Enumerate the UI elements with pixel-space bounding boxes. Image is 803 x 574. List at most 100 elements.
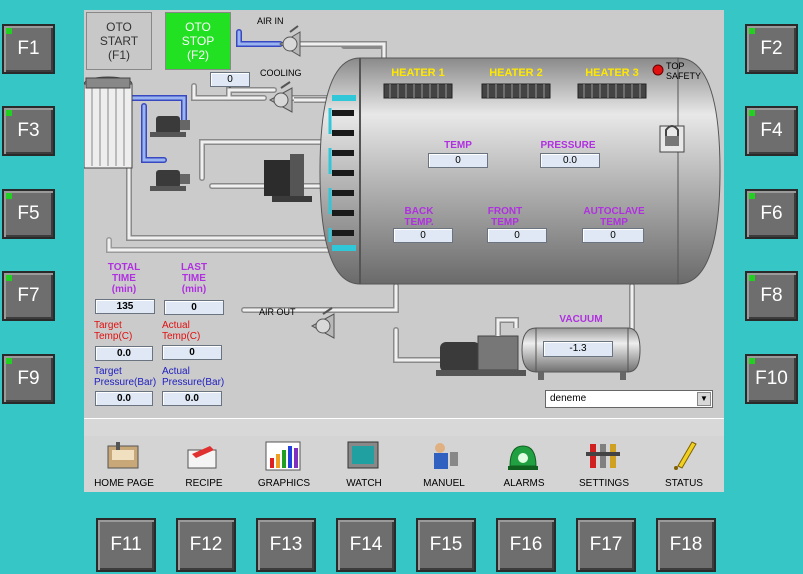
top-safety-line2: SAFETY (666, 71, 702, 81)
air-in-valve (279, 25, 301, 57)
manual-icon (434, 443, 458, 469)
f6-key[interactable]: F6 (745, 189, 798, 239)
f1-led (6, 28, 12, 34)
nav-home-page-label: HOME PAGE (94, 478, 154, 489)
f17-key[interactable]: F17 (576, 518, 636, 572)
f5-label: F5 (17, 203, 40, 224)
last-time-label: LAST TIME (min) (166, 262, 222, 295)
nav-manuel-label: MANUEL (423, 478, 465, 489)
top-safety-label: TOP SAFETY (666, 61, 701, 81)
nav-graphics[interactable]: GRAPHICS (244, 436, 324, 492)
heater-2-label: HEATER 2 (489, 67, 543, 79)
target-temp-label: Target Temp(C) (94, 320, 132, 342)
f7-key[interactable]: F7 (2, 271, 55, 321)
f8-led (749, 275, 755, 281)
f10-key[interactable]: F10 (745, 354, 798, 404)
chevron-down-icon[interactable]: ▼ (697, 392, 711, 406)
heater-3-graphic (577, 83, 647, 99)
back-temp-line1: BACK (404, 206, 434, 217)
f9-key[interactable]: F9 (2, 354, 55, 404)
f15-key[interactable]: F15 (416, 518, 476, 572)
status-strip (84, 418, 724, 437)
settings-icon (586, 444, 620, 468)
hmi-screen: OTO START (F1) OTO STOP (F2) AIR IN COOL… (84, 10, 724, 492)
pressure-value: 0.0 (540, 153, 600, 168)
total-time-line2: TIME (112, 273, 136, 284)
f6-label: F6 (760, 203, 783, 224)
f1-label: F1 (17, 38, 40, 59)
front-temp-line2: TEMP (491, 217, 519, 228)
nav-settings-label: SETTINGS (578, 478, 629, 489)
f13-key[interactable]: F13 (256, 518, 316, 572)
f12-label: F12 (189, 534, 223, 555)
autoclave-temp-value: 0 (582, 228, 644, 243)
f7-label: F7 (17, 285, 40, 306)
f14-key[interactable]: F14 (336, 518, 396, 572)
front-temp-label: FRONT TEMP (480, 206, 530, 228)
cooling-valve (268, 81, 293, 113)
pressure-label: PRESSURE (540, 140, 596, 151)
recipe-icon (187, 446, 217, 469)
autoclave-temp-line1: AUTOCLAVE (583, 206, 645, 217)
f2-label: F2 (760, 38, 783, 59)
f3-label: F3 (17, 120, 40, 141)
last-time-line2: TIME (182, 273, 206, 284)
graphics-icon (265, 441, 301, 471)
actual-pressure-label: Actual Pressure(Bar) (162, 366, 224, 388)
temp-label: TEMP (444, 140, 472, 151)
f1-key[interactable]: F1 (2, 24, 55, 74)
front-temp-value: 0 (487, 228, 547, 243)
nav-status-label: STATUS (665, 478, 703, 489)
nav-home-page[interactable]: HOME PAGE (84, 436, 164, 492)
f4-key[interactable]: F4 (745, 106, 798, 156)
air-in-label: AIR IN (257, 16, 284, 26)
oto-start-button[interactable]: OTO START (F1) (86, 12, 152, 70)
total-time-value: 135 (95, 299, 155, 314)
f4-led (749, 110, 755, 116)
vacuum-label: VACUUM (559, 314, 603, 325)
nav-watch[interactable]: WATCH (324, 436, 404, 492)
f11-key[interactable]: F11 (96, 518, 156, 572)
air-out-label: AIR OUT (259, 307, 296, 317)
process-pane: OTO START (F1) OTO STOP (F2) AIR IN COOL… (84, 10, 724, 418)
f17-label: F17 (589, 534, 623, 555)
f18-key[interactable]: F18 (656, 518, 716, 572)
monitor-icon (347, 441, 379, 469)
start-line2: START (99, 34, 139, 48)
f8-key[interactable]: F8 (745, 271, 798, 321)
fan-motor-graphic (264, 154, 312, 202)
temp-value: 0 (428, 153, 488, 168)
nav-recipe-label: RECIPE (185, 478, 223, 489)
last-time-value: 0 (164, 300, 224, 315)
nav-settings[interactable]: SETTINGS (564, 436, 644, 492)
recipe-select[interactable]: deneme ▼ (545, 390, 713, 408)
f2-key[interactable]: F2 (745, 24, 798, 74)
pump-motor-2-graphic (150, 170, 190, 191)
heater-2-graphic (481, 83, 551, 99)
nav-recipe[interactable]: RECIPE (164, 436, 244, 492)
nav-status[interactable]: STATUS (644, 436, 724, 492)
front-temp-line1: FRONT (487, 206, 523, 217)
total-time-line3: (min) (111, 284, 137, 295)
f6-led (749, 193, 755, 199)
f5-key[interactable]: F5 (2, 189, 55, 239)
f16-key[interactable]: F16 (496, 518, 556, 572)
f13-label: F13 (269, 534, 303, 555)
f12-key[interactable]: F12 (176, 518, 236, 572)
heater-1-graphic (383, 83, 453, 99)
f3-key[interactable]: F3 (2, 106, 55, 156)
nav-watch-label: WATCH (346, 478, 382, 489)
back-temp-value: 0 (393, 228, 453, 243)
actual-temp-value: 0 (162, 345, 222, 360)
oto-stop-button[interactable]: OTO STOP (F2) (165, 12, 231, 70)
nav-manuel[interactable]: MANUEL (404, 436, 484, 492)
f15-label: F15 (429, 534, 463, 555)
actual-pressure-line2: Pressure(Bar) (162, 377, 225, 388)
nav-alarms[interactable]: ALARMS (484, 436, 564, 492)
f9-led (6, 358, 12, 364)
autoclave-temp-label: AUTOCLAVE TEMP (578, 206, 650, 228)
f3-led (6, 110, 12, 116)
f7-led (6, 275, 12, 281)
total-time-label: TOTAL TIME (min) (96, 262, 152, 295)
cooling-label: COOLING (260, 68, 302, 78)
